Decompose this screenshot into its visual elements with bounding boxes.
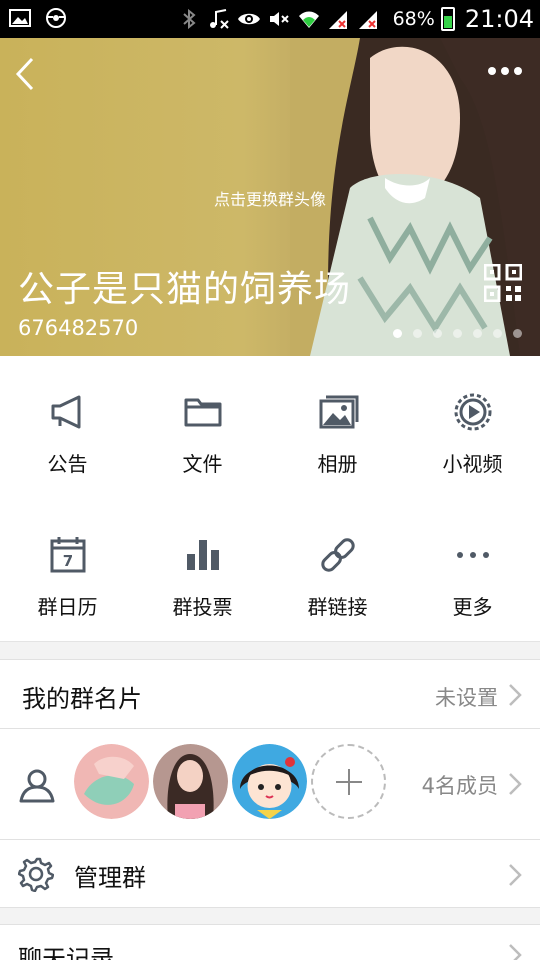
page-dot [453, 329, 462, 338]
chevron-right-icon [509, 773, 522, 795]
back-arrow-icon [15, 57, 34, 91]
members-icon [19, 769, 55, 803]
wifi-icon [298, 11, 319, 28]
photo-album-icon [319, 395, 358, 429]
manage-group-row[interactable]: 管理群 [0, 839, 540, 908]
avatar[interactable] [153, 744, 228, 819]
feature-files[interactable]: 文件 [135, 356, 270, 499]
feature-link[interactable]: 群链接 [270, 499, 405, 642]
calendar-icon: 7 [50, 537, 85, 573]
bluetooth-icon [182, 8, 196, 30]
group-name: 公子是只猫的饲养场 [18, 269, 352, 310]
chat-history-row[interactable]: 聊天记录 [0, 924, 540, 960]
more-dot-icon [488, 67, 496, 75]
page-dot [433, 329, 442, 338]
svg-text:7: 7 [62, 552, 72, 570]
more-options-button[interactable] [480, 56, 530, 86]
qr-code-icon[interactable] [484, 264, 522, 302]
feature-grid: 公告 文件 相册 小视频 7 群日历 群投票 群链接 更多 [0, 356, 540, 642]
feature-announcement[interactable]: 公告 [0, 356, 135, 499]
add-member-button[interactable] [311, 744, 386, 819]
eye-icon [237, 13, 260, 25]
group-cover[interactable]: 点击更换群头像 公子是只猫的饲养场 676482570 [0, 38, 540, 356]
feature-calendar[interactable]: 7 群日历 [0, 499, 135, 642]
back-button[interactable] [10, 54, 40, 94]
feature-album[interactable]: 相册 [270, 356, 405, 499]
feature-label: 群链接 [307, 595, 368, 619]
feature-label: 小视频 [442, 452, 503, 476]
feature-label: 更多 [452, 595, 493, 619]
more-dot-icon [514, 67, 522, 75]
steering-wheel-notification-icon [46, 8, 66, 28]
status-bar: 68% 21:04 [0, 0, 540, 38]
battery-icon [440, 7, 455, 31]
feature-short-video[interactable]: 小视频 [405, 356, 540, 499]
folder-icon [184, 398, 221, 427]
page-dot [413, 329, 422, 338]
chevron-right-icon [509, 864, 522, 886]
feature-more[interactable]: 更多 [405, 499, 540, 642]
signal-2-icon [358, 11, 377, 29]
chevron-right-icon [509, 684, 522, 706]
page-dot [473, 329, 482, 338]
member-avatars [74, 744, 386, 819]
more-icon [456, 552, 489, 558]
my-group-card-value: 未设置 [435, 686, 498, 710]
link-icon [320, 538, 355, 572]
battery-percent: 68% [392, 8, 435, 30]
feature-label: 文件 [182, 452, 223, 476]
page-dot [513, 329, 522, 338]
chat-history-title: 聊天记录 [18, 945, 114, 960]
feature-vote[interactable]: 群投票 [135, 499, 270, 642]
gallery-notification-icon [9, 9, 31, 27]
bar-chart-icon [186, 540, 219, 570]
avatar[interactable] [232, 744, 307, 819]
cover-page-indicator [393, 329, 522, 338]
change-avatar-hint[interactable]: 点击更换群头像 [0, 186, 540, 210]
gear-icon [18, 857, 54, 892]
manage-group-title: 管理群 [74, 864, 146, 892]
more-dot-icon [501, 67, 509, 75]
page-dot [393, 329, 402, 338]
plus-icon [335, 768, 362, 795]
member-count: 4名成员 [421, 774, 498, 798]
signal-1-icon [328, 11, 347, 29]
megaphone-icon [51, 395, 80, 429]
clock: 21:04 [464, 5, 534, 33]
volume-mute-icon [269, 12, 289, 26]
video-icon [454, 393, 491, 431]
page-dot [493, 329, 502, 338]
chevron-right-icon [509, 944, 522, 960]
music-muted-icon [209, 9, 229, 29]
group-id: 676482570 [18, 316, 139, 340]
avatar[interactable] [74, 744, 149, 819]
members-row[interactable]: 4名成员 [0, 728, 540, 840]
divider [0, 641, 540, 642]
my-group-card-row[interactable]: 我的群名片 未设置 [0, 659, 540, 729]
feature-label: 公告 [47, 452, 88, 476]
feature-label: 群日历 [37, 595, 98, 619]
feature-label: 群投票 [172, 595, 233, 619]
my-group-card-title: 我的群名片 [22, 685, 142, 713]
feature-label: 相册 [317, 452, 358, 476]
